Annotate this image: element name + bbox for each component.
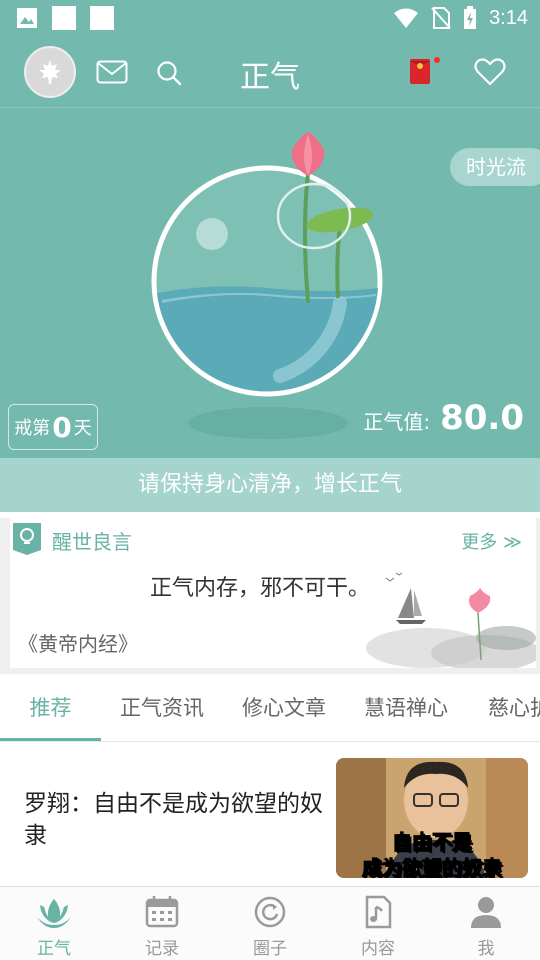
nav-records[interactable]: 记录 bbox=[108, 887, 216, 960]
abstinence-days-badge: 戒第 0 天 bbox=[8, 404, 98, 450]
no-sim-icon bbox=[431, 7, 451, 29]
notification-icon bbox=[52, 6, 76, 30]
music-note-icon bbox=[365, 895, 392, 929]
person-icon bbox=[471, 897, 501, 928]
righteous-value: 正气值: 80.0 bbox=[363, 398, 524, 438]
notification-icon bbox=[90, 6, 114, 30]
battery-icon bbox=[464, 6, 477, 29]
nav-label: 正气 bbox=[37, 939, 71, 959]
heart-icon[interactable] bbox=[474, 58, 506, 86]
thumbnail-caption-line2: 成为欲望的奴隶 bbox=[362, 856, 503, 879]
app-header: 正气 bbox=[0, 36, 540, 108]
lightbulb-icon bbox=[13, 523, 41, 555]
quote-section-title: 醒世良言 bbox=[52, 530, 132, 554]
quote-text: 正气内存，邪不可干。 bbox=[150, 576, 371, 601]
gallery-icon bbox=[17, 8, 37, 28]
calendar-icon bbox=[145, 896, 179, 928]
nav-label: 我 bbox=[477, 939, 495, 959]
time-flow-button[interactable]: 时光流 bbox=[450, 148, 540, 186]
lotus-icon bbox=[37, 899, 71, 928]
article-item[interactable]: 罗翔：自由不是成为欲望的奴隶 自由不是 成为欲望的奴隶 bbox=[0, 742, 540, 886]
tab-compassion[interactable]: 慈心护 bbox=[488, 674, 540, 741]
wifi-icon bbox=[394, 8, 419, 28]
status-bar: 3:14 bbox=[0, 0, 540, 36]
motto-banner: 请保持身心清净，增长正气 bbox=[0, 458, 540, 512]
ink-landscape-illustration bbox=[366, 572, 536, 668]
nav-circle[interactable]: 圈子 bbox=[216, 887, 324, 960]
tab-recommend[interactable]: 推荐 bbox=[0, 674, 101, 741]
bottom-navigation: 正气 记录 圈子 内容 我 bbox=[0, 886, 540, 960]
lotus-bowl-illustration[interactable] bbox=[140, 128, 400, 448]
quote-card[interactable]: 醒世良言 更多 ≫ 正气内存，邪不可干。 《黄帝内经》 bbox=[0, 518, 540, 668]
nav-label: 圈子 bbox=[253, 939, 287, 959]
red-packet-icon[interactable] bbox=[408, 56, 442, 86]
days-prefix: 戒第 bbox=[14, 418, 51, 439]
days-suffix: 天 bbox=[73, 418, 92, 439]
circle-refresh-icon bbox=[254, 896, 286, 928]
nav-content[interactable]: 内容 bbox=[324, 887, 432, 960]
quote-source: 《黄帝内经》 bbox=[18, 632, 138, 656]
category-tabs: 推荐 正气资讯 修心文章 慧语禅心 慈心护 bbox=[0, 674, 540, 742]
article-thumbnail[interactable]: 自由不是 成为欲望的奴隶 bbox=[336, 758, 528, 878]
page-title: 正气 bbox=[240, 60, 300, 95]
hero-area: 时光流 戒第 0 天 正气值: 80.0 bbox=[0, 108, 540, 458]
value-label: 正气值: bbox=[363, 410, 431, 434]
clock: 3:14 bbox=[489, 6, 528, 29]
tab-news[interactable]: 正气资讯 bbox=[101, 674, 223, 741]
value-number: 80.0 bbox=[440, 398, 524, 438]
nav-zhengqi[interactable]: 正气 bbox=[0, 887, 108, 960]
tab-wisdom[interactable]: 慧语禅心 bbox=[345, 674, 467, 741]
days-count: 0 bbox=[52, 410, 72, 444]
nav-label: 记录 bbox=[145, 939, 179, 959]
nav-me[interactable]: 我 bbox=[432, 887, 540, 960]
thumbnail-caption-line1: 自由不是 bbox=[392, 830, 473, 855]
more-link[interactable]: 更多 ≫ bbox=[461, 528, 522, 554]
tab-articles[interactable]: 修心文章 bbox=[223, 674, 345, 741]
article-title[interactable]: 罗翔：自由不是成为欲望的奴隶 bbox=[24, 788, 324, 852]
nav-label: 内容 bbox=[361, 939, 395, 959]
